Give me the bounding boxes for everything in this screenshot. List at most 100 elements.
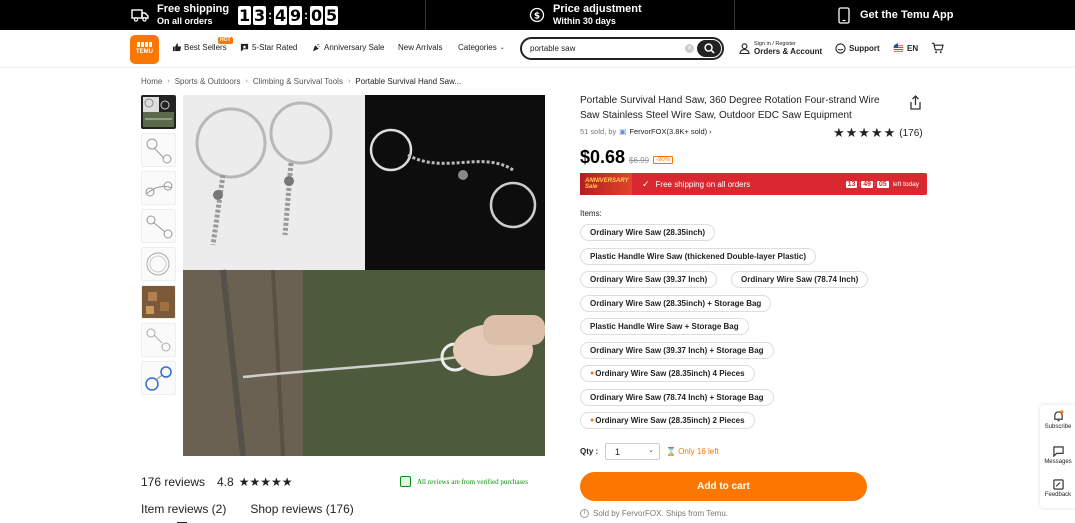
fire-icon: ●: [590, 370, 595, 377]
messages-button[interactable]: Messages: [1041, 446, 1075, 465]
store-link[interactable]: FervorFOX(3.8K+ sold): [629, 127, 707, 136]
product-title: Portable Survival Hand Saw, 360 Degree R…: [580, 95, 880, 121]
nav-five-star-label: 5-Star Rated: [252, 43, 298, 52]
breadcrumb-home[interactable]: Home: [141, 77, 162, 86]
option-button[interactable]: Plastic Handle Wire Saw + Storage Bag: [580, 318, 749, 335]
verified-notice: All reviews are from verified purchases: [400, 476, 528, 487]
truck-icon: [131, 9, 149, 22]
chevron-right-icon: ›: [245, 78, 248, 85]
cart-button[interactable]: [931, 42, 947, 54]
option-button[interactable]: Ordinary Wire Saw (78.74 Inch): [731, 271, 869, 288]
sold-info: 51 sold, by ▣ FervorFOX(3.8K+ sold) ›: [580, 127, 712, 136]
nav-five-star[interactable]: 5-Star Rated: [240, 43, 297, 52]
feedback-button[interactable]: Feedback: [1041, 479, 1075, 498]
thumbnail-list: [141, 95, 176, 399]
nav-best-sellers[interactable]: Best Sellers: [172, 43, 227, 52]
breadcrumb-climbing[interactable]: Climbing & Survival Tools: [253, 77, 343, 86]
account-menu[interactable]: Sign in / Register Orders & Account: [739, 40, 822, 56]
price-adjustment-banner[interactable]: $ Price adjustment Within 30 days: [425, 0, 734, 30]
info-icon: i: [580, 509, 589, 518]
product-main-image[interactable]: [183, 95, 545, 456]
breadcrumb: Home › Sports & Outdoors › Climbing & Su…: [141, 77, 461, 86]
get-app-banner[interactable]: Get the Temu App: [734, 0, 1075, 30]
promo-timer-seconds: 05: [876, 180, 889, 188]
qty-label: Qty :: [580, 447, 599, 456]
bell-icon: [1053, 410, 1063, 422]
subscribe-label: Subscribe: [1044, 424, 1072, 430]
feedback-label: Feedback: [1044, 492, 1072, 498]
subscribe-button[interactable]: Subscribe: [1041, 410, 1075, 430]
dollar-circle-icon: $: [529, 7, 545, 23]
option-button[interactable]: Ordinary Wire Saw (39.37 Inch): [580, 271, 718, 288]
nav-new-arrivals[interactable]: New Arrivals: [398, 43, 442, 52]
temu-logo[interactable]: TEMU: [130, 35, 159, 64]
option-button[interactable]: ● Ordinary Wire Saw (28.35inch) 4 Pieces: [580, 365, 755, 382]
product-thumbnail[interactable]: [141, 171, 176, 205]
nav-new-arrivals-label: New Arrivals: [398, 43, 443, 52]
stock-text: Only 16 left: [678, 447, 719, 456]
search-icon: [703, 43, 715, 54]
discount-badge: -90%: [653, 156, 674, 164]
language-selector[interactable]: EN: [893, 43, 918, 54]
product-thumbnail[interactable]: [141, 95, 176, 129]
option-label: Ordinary Wire Saw (28.35inch) 2 Pieces: [595, 416, 745, 425]
product-rating[interactable]: ★★★★★ (176): [833, 125, 923, 141]
reviews-score: 4.8 ★★★★★: [217, 475, 292, 489]
product-thumbnail[interactable]: [141, 361, 176, 395]
countdown-timer: 1 3 : 4 9 : 0 5: [238, 5, 339, 25]
product-thumbnail[interactable]: [141, 323, 176, 357]
search-input[interactable]: [530, 44, 680, 53]
verified-text: All reviews are from verified purchases: [417, 477, 528, 486]
breadcrumb-sports[interactable]: Sports & Outdoors: [175, 77, 241, 86]
product-thumbnail[interactable]: [141, 247, 176, 281]
option-label: Plastic Handle Wire Saw + Storage Bag: [590, 322, 739, 331]
product-thumbnail[interactable]: [141, 209, 176, 243]
reviews-score-value: 4.8: [217, 475, 234, 489]
share-button[interactable]: [908, 95, 923, 116]
clear-search-icon[interactable]: ×: [685, 44, 694, 53]
nav-categories[interactable]: Categories ⌄: [458, 43, 505, 52]
add-to-cart-button[interactable]: Add to cart: [580, 472, 867, 501]
promo-timer: 13: 49: 05 left today: [845, 180, 919, 188]
qty-select[interactable]: 1 ⌄: [605, 443, 660, 460]
chevron-right-icon: ›: [167, 78, 170, 85]
product-thumbnail[interactable]: [141, 285, 176, 319]
thumbs-up-icon: [172, 43, 181, 52]
message-icon: [1052, 446, 1064, 457]
free-shipping-title: Free shipping: [157, 2, 230, 15]
fire-icon: ●: [590, 417, 595, 424]
search-button[interactable]: [697, 40, 721, 57]
party-icon: [312, 43, 320, 52]
hot-badge: HOT: [218, 37, 233, 44]
sold-count: 51 sold, by: [580, 127, 617, 136]
option-button[interactable]: Ordinary Wire Saw (78.74 Inch) + Storage…: [580, 389, 774, 406]
main-nav: TEMU Best Sellers HOT 5-Star Rated Anniv…: [0, 30, 1075, 68]
option-button[interactable]: Ordinary Wire Saw (28.35inch) + Storage …: [580, 295, 772, 312]
free-shipping-subtitle: On all orders: [157, 15, 213, 26]
countdown-digit: 1: [238, 5, 252, 25]
option-button[interactable]: Ordinary Wire Saw (39.37 Inch) + Storage…: [580, 342, 774, 359]
free-shipping-banner[interactable]: Free shipping On all orders 1 3 : 4 9 : …: [0, 0, 425, 30]
option-button[interactable]: Ordinary Wire Saw (28.35inch): [580, 224, 716, 241]
support-link[interactable]: Support: [835, 43, 880, 54]
nav-anniversary-sale[interactable]: Anniversary Sale: [312, 43, 384, 52]
current-price: $0.68: [580, 147, 626, 167]
price-adjustment-title: Price adjustment: [553, 2, 642, 15]
product-thumbnail[interactable]: [141, 133, 176, 167]
svg-text:$: $: [534, 12, 540, 22]
option-button[interactable]: ● Ordinary Wire Saw (28.35inch) 2 Pieces: [580, 412, 755, 429]
nav-anniversary-label: Anniversary Sale: [324, 43, 385, 52]
store-icon: ▣: [619, 127, 627, 136]
support-icon: [835, 43, 846, 54]
tab-item-reviews[interactable]: Item reviews (2): [141, 502, 226, 523]
messages-label: Messages: [1044, 459, 1072, 465]
share-icon: [910, 95, 921, 110]
hourglass-icon: ⌛: [666, 447, 676, 456]
price-adjustment-subtitle: Within 30 days: [553, 15, 616, 26]
countdown-digit: 5: [325, 5, 339, 25]
feedback-icon: [1052, 479, 1064, 490]
option-button[interactable]: Plastic Handle Wire Saw (thickened Doubl…: [580, 248, 816, 265]
promo-timer-suffix: left today: [892, 180, 919, 188]
tab-shop-reviews[interactable]: Shop reviews (176): [250, 502, 353, 516]
stock-notice: ⌛ Only 16 left: [666, 447, 719, 456]
